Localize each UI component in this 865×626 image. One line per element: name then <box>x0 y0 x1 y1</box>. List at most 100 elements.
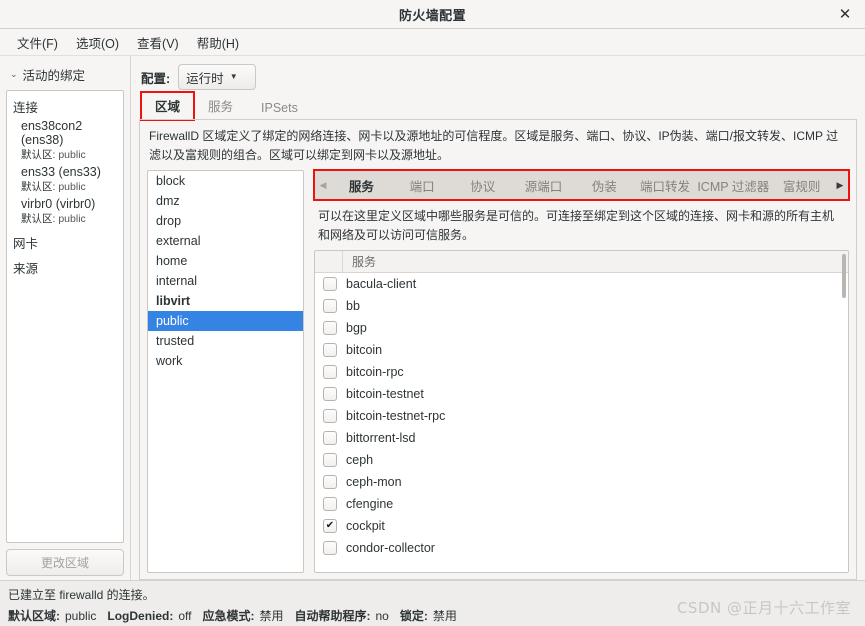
window-title: 防火墙配置 <box>398 7 466 23</box>
service-checkbox[interactable] <box>323 453 337 468</box>
service-name: bitcoin-testnet <box>346 387 424 402</box>
zone-item-internal[interactable]: internal <box>148 271 303 291</box>
service-checkbox[interactable] <box>323 343 337 358</box>
table-row[interactable]: ceph <box>315 449 848 471</box>
connection-item[interactable]: virbr0 (virbr0) <box>7 196 123 211</box>
tab-zones[interactable]: 区域 <box>139 91 196 121</box>
service-checkbox[interactable] <box>323 409 337 424</box>
services-table[interactable]: 服务 bacula-client bb bgp bitcoin bitcoin-… <box>314 250 849 573</box>
connection-zone-value: public <box>58 149 86 161</box>
scroll-left-icon[interactable]: ◀ <box>315 171 331 199</box>
chevron-down-icon: ⌄ <box>10 69 18 79</box>
check-icon: ✔ <box>325 520 335 532</box>
service-checkbox[interactable] <box>323 431 337 446</box>
zone-list[interactable]: block dmz drop external home internal li… <box>147 170 304 573</box>
watermark: CSDN @正月十六工作室 <box>676 599 851 617</box>
connection-zone-label: 默认区: <box>21 149 56 161</box>
zone-item-libvirt[interactable]: libvirt <box>148 291 303 311</box>
service-checkbox[interactable] <box>323 321 337 336</box>
subtab-icmp-filter[interactable]: ICMP 过滤器 <box>695 171 771 199</box>
services-scrollbar[interactable] <box>842 254 846 299</box>
services-rows: bacula-client bb bgp bitcoin bitcoin-rpc… <box>315 273 848 572</box>
default-zone-label: 默认区域: <box>8 609 60 623</box>
menu-item-options[interactable]: 选项(O) <box>67 31 128 54</box>
zone-item-drop[interactable]: drop <box>148 211 303 231</box>
service-name: cockpit <box>346 519 385 534</box>
subtab-port-forwarding[interactable]: 端口转发 <box>635 171 696 199</box>
subtab-services[interactable]: 服务 <box>331 171 392 199</box>
table-row[interactable]: bb <box>315 295 848 317</box>
zone-item-dmz[interactable]: dmz <box>148 191 303 211</box>
tab-services[interactable]: 服务 <box>194 92 247 120</box>
configuration-selected-value: 运行时 <box>186 71 224 86</box>
connection-item[interactable]: ens38con2 (ens38) <box>7 118 123 147</box>
zone-item-block[interactable]: block <box>148 171 303 191</box>
service-name: bittorrent-lsd <box>346 431 416 446</box>
tab-ipsets[interactable]: IPSets <box>247 97 312 120</box>
table-row[interactable]: ceph-mon <box>315 471 848 493</box>
services-table-header: 服务 <box>315 251 848 274</box>
table-row[interactable]: ✔ cockpit <box>315 515 848 537</box>
service-name: ceph <box>346 453 374 468</box>
subtab-rich-rules[interactable]: 富规则 <box>771 171 832 199</box>
scroll-right-icon[interactable]: ▶ <box>832 171 848 199</box>
bindings-group-interfaces: 网卡 <box>13 237 39 251</box>
table-row[interactable]: bitcoin <box>315 339 848 361</box>
automatic-helpers-value: no <box>375 608 389 623</box>
zone-description: FirewallD 区域定义了绑定的网络连接、网卡以及源地址的可信程度。区域是服… <box>149 129 839 162</box>
connection-zone-label: 默认区: <box>21 213 56 225</box>
header-service-column: 服务 <box>352 255 377 270</box>
service-checkbox[interactable] <box>323 497 337 512</box>
connection-item[interactable]: ens33 (ens33) <box>7 164 123 179</box>
zone-detail-column: ◀ 服务 端口 协议 源端口 伪装 端口转发 ICMP 过滤器 富规则 ▶ 可以… <box>313 169 850 573</box>
active-bindings-pane: ⌄ 活动的绑定 连接 ens38con2 (ens38) 默认区: public… <box>0 56 131 580</box>
service-checkbox[interactable] <box>323 277 337 292</box>
table-row[interactable]: bgp <box>315 317 848 339</box>
main-body: ⌄ 活动的绑定 连接 ens38con2 (ens38) 默认区: public… <box>0 56 865 580</box>
subtab-protocols[interactable]: 协议 <box>452 171 513 199</box>
lockdown-value: 禁用 <box>432 609 457 623</box>
table-row[interactable]: bitcoin-testnet <box>315 383 848 405</box>
header-checkbox-column <box>315 251 343 273</box>
service-name: bgp <box>346 321 367 336</box>
table-row[interactable]: cfengine <box>315 493 848 515</box>
zone-item-public[interactable]: public <box>148 311 303 332</box>
change-zone-button[interactable]: 更改区域 <box>6 549 124 576</box>
subtab-masquerading[interactable]: 伪装 <box>574 171 635 199</box>
active-bindings-label: 活动的绑定 <box>22 69 86 83</box>
close-icon[interactable]: ✕ <box>835 4 855 24</box>
content-pane: 配置: 运行时 ▼ 区域 服务 IPSets FirewallD 区域定义了绑定… <box>131 56 865 580</box>
table-row[interactable]: bacula-client <box>315 273 848 295</box>
table-row[interactable]: bitcoin-testnet-rpc <box>315 405 848 427</box>
active-bindings-header[interactable]: ⌄ 活动的绑定 <box>6 62 124 90</box>
service-checkbox[interactable] <box>323 541 337 556</box>
zone-sub-tab-bar: ◀ 服务 端口 协议 源端口 伪装 端口转发 ICMP 过滤器 富规则 ▶ <box>313 169 850 202</box>
zone-item-external[interactable]: external <box>148 231 303 251</box>
subtab-ports[interactable]: 端口 <box>392 171 453 199</box>
subtab-source-ports[interactable]: 源端口 <box>513 171 574 199</box>
panic-mode-label: 应急模式: <box>202 609 255 623</box>
menu-bar: 文件(F) 选项(O) 查看(V) 帮助(H) <box>0 29 865 56</box>
menu-item-help[interactable]: 帮助(H) <box>188 31 248 54</box>
split-gutter <box>304 170 314 573</box>
service-checkbox[interactable] <box>323 365 337 380</box>
bindings-list[interactable]: 连接 ens38con2 (ens38) 默认区: public ens33 (… <box>6 90 124 543</box>
automatic-helpers-label: 自动帮助程序: <box>294 609 371 623</box>
table-row[interactable]: bitcoin-rpc <box>315 361 848 383</box>
zone-item-trusted[interactable]: trusted <box>148 331 303 351</box>
connection-zone-value: public <box>58 181 86 193</box>
status-bar: 已建立至 firewalld 的连接。 默认区域: public LogDeni… <box>0 580 865 626</box>
zone-item-work[interactable]: work <box>148 351 303 371</box>
default-zone-value: public <box>65 608 97 623</box>
service-checkbox[interactable] <box>323 387 337 402</box>
zone-item-home[interactable]: home <box>148 251 303 271</box>
service-checkbox[interactable] <box>323 475 337 490</box>
service-checkbox[interactable]: ✔ <box>323 519 337 534</box>
configuration-select[interactable]: 运行时 ▼ <box>178 64 257 90</box>
menu-item-view[interactable]: 查看(V) <box>128 31 188 54</box>
menu-item-file[interactable]: 文件(F) <box>8 31 67 54</box>
table-row[interactable]: condor-collector <box>315 537 848 559</box>
service-checkbox[interactable] <box>323 299 337 314</box>
connection-zone-label: 默认区: <box>21 181 56 193</box>
table-row[interactable]: bittorrent-lsd <box>315 427 848 449</box>
